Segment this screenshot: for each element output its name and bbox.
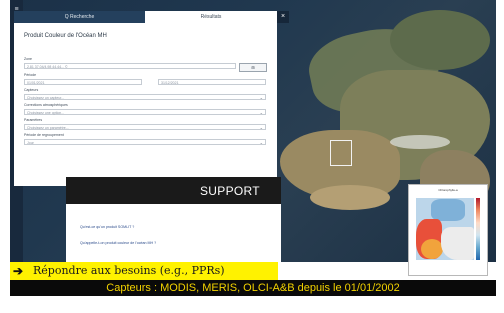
chevron-down-icon: ⌄: [259, 95, 263, 100]
parameters-value: Choisissez un paramètre...: [27, 126, 69, 130]
period-label: Période: [24, 73, 37, 77]
panel-title: Produit Couleur de l'Océan MH: [24, 33, 107, 39]
draw-zone-button[interactable]: ⊞: [239, 63, 267, 72]
grouping-value: Jour: [27, 141, 34, 145]
atmo-corr-value: Choisissez une option...: [27, 111, 65, 115]
inset-heat-orange: [421, 239, 443, 259]
banner-text: Répondre aux besoins (e.g., PPRs): [33, 264, 225, 277]
support-link[interactable]: Qu'appelle-t-on produit couleur de l'océ…: [80, 241, 156, 245]
close-icon[interactable]: ×: [277, 11, 289, 23]
tab-results[interactable]: Résultats: [145, 11, 277, 23]
panel-tabs: Q Recherche Résultats: [14, 11, 277, 23]
grouping-label: Période de regroupement: [24, 133, 64, 137]
zone-input[interactable]: 2.81 37.04/4.98 44.44... ©: [24, 63, 236, 69]
inset-heat-blue: [431, 199, 465, 221]
parameters-label: Paramètres: [24, 118, 43, 122]
chevron-down-icon: ⌄: [259, 125, 263, 130]
grouping-select[interactable]: Jour ⌄: [24, 139, 266, 145]
arrow-right-icon: ➔: [13, 264, 24, 278]
zone-label: Zone: [24, 57, 32, 61]
period-end-input[interactable]: 31/12/2021: [158, 79, 266, 85]
inset-title: Chlorophylle-a: [438, 188, 458, 192]
inset-land: [441, 227, 474, 260]
period-end-value: 31/12/2021: [161, 81, 179, 85]
chlorophyll-inset-map: Chlorophylle-a: [408, 184, 488, 276]
support-link[interactable]: Qu'est-ce qu'un produit SOMLIT ?: [80, 225, 134, 229]
inset-colorbar: [476, 198, 480, 260]
period-start-value: 01/01/2021: [27, 81, 45, 85]
atmo-corr-select[interactable]: Choisissez une option... ⌄: [24, 109, 266, 115]
support-title: SUPPORT: [200, 184, 260, 198]
selected-zone-rectangle[interactable]: [330, 140, 352, 166]
sensors-value: Choisissez un capteur...: [27, 96, 65, 100]
land-mass: [390, 10, 490, 70]
caption-text: Capteurs : MODIS, MERIS, OLCI-A&B depuis…: [106, 282, 400, 294]
sensors-label: Capteurs: [24, 88, 39, 92]
alps-snow: [390, 135, 450, 149]
chevron-down-icon: ⌄: [259, 110, 263, 115]
atmo-corr-label: Corrections atmosphériques: [24, 103, 68, 107]
chevron-down-icon: ⌄: [259, 140, 263, 145]
tab-search[interactable]: Q Recherche: [14, 11, 145, 23]
land-mass: [310, 185, 390, 210]
period-start-input[interactable]: 01/01/2021: [24, 79, 142, 85]
parameters-select[interactable]: Choisissez un paramètre... ⌄: [24, 124, 266, 130]
sensors-select[interactable]: Choisissez un capteur... ⌄: [24, 94, 266, 100]
